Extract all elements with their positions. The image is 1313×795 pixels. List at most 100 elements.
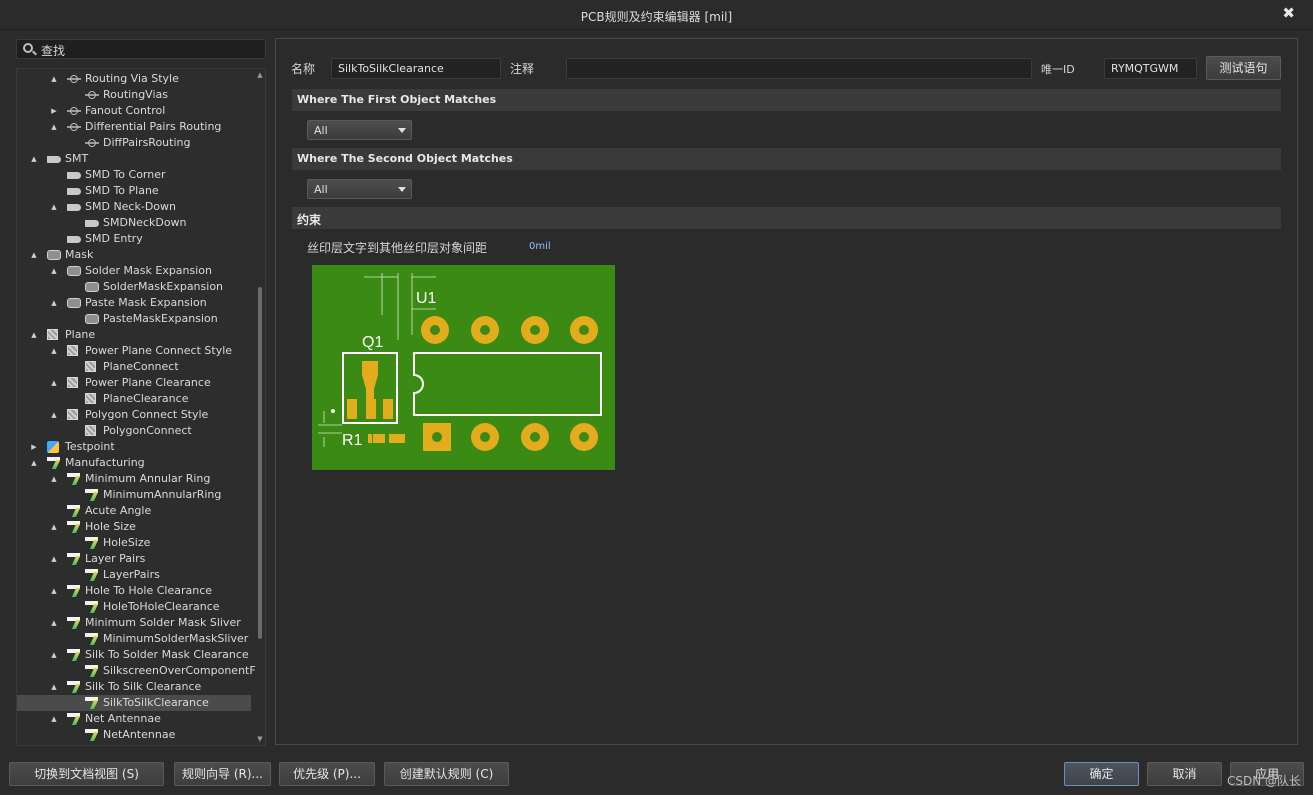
search-input[interactable]: 查找 — [16, 39, 266, 59]
comment-label: 注释 — [510, 62, 535, 76]
cancel-button[interactable]: 取消 — [1147, 762, 1222, 786]
uid-field[interactable]: RYMQTGWM — [1104, 58, 1197, 79]
window-title: PCB规则及约束编辑器 [mil] — [580, 10, 733, 24]
close-icon[interactable]: ✖ — [1282, 4, 1295, 22]
expand-arrow-icon[interactable]: ▶ — [50, 103, 58, 119]
tree-item[interactable]: RoutingVias — [17, 87, 251, 103]
collapse-arrow-icon[interactable]: ▲ — [50, 199, 58, 215]
tree-item[interactable]: ▲ Hole Size — [17, 519, 251, 535]
tree-item-label: SilkscreenOverComponentF — [103, 664, 256, 677]
tree-item-label: DiffPairsRouting — [103, 136, 191, 149]
tree-item[interactable]: ▶ Fanout Control — [17, 103, 251, 119]
tree-item[interactable]: SolderMaskExpansion — [17, 279, 251, 295]
first-match-value: All — [314, 124, 328, 137]
document-view-button[interactable]: 切换到文档视图 (S) — [9, 762, 164, 786]
collapse-arrow-icon[interactable]: ▲ — [30, 151, 38, 167]
tree-item[interactable]: ▲ SMT — [17, 151, 251, 167]
collapse-arrow-icon[interactable]: ▲ — [50, 375, 58, 391]
r1-pad — [368, 434, 372, 443]
tree-item[interactable]: SMDNeckDown — [17, 215, 251, 231]
tree-item[interactable]: ▲ Power Plane Clearance — [17, 375, 251, 391]
tree-item[interactable]: PasteMaskExpansion — [17, 311, 251, 327]
clearance-value-field[interactable]: 0mil — [529, 241, 551, 252]
tree-item[interactable]: ▲ Minimum Annular Ring — [17, 471, 251, 487]
tree-item[interactable]: ▲ Layer Pairs — [17, 551, 251, 567]
tree-item[interactable]: DiffPairsRouting — [17, 135, 251, 151]
collapse-arrow-icon[interactable]: ▲ — [50, 711, 58, 727]
tree-item[interactable]: ▲ SMD Neck-Down — [17, 199, 251, 215]
second-match-dropdown[interactable]: All — [307, 179, 412, 199]
collapse-arrow-icon[interactable]: ▲ — [50, 119, 58, 135]
create-default-rules-button[interactable]: 创建默认规则 (C) — [384, 762, 509, 786]
first-match-dropdown[interactable]: All — [307, 120, 412, 140]
collapse-arrow-icon[interactable]: ▲ — [50, 519, 58, 535]
rules-tree[interactable]: NetAntennae ▲ Net Antennae SilkToSilkCleara… — [16, 68, 266, 746]
collapse-arrow-icon[interactable]: ▲ — [50, 679, 58, 695]
tree-item-label: Solder Mask Expansion — [85, 264, 213, 277]
priority-button[interactable]: 优先级 (P)... — [279, 762, 375, 786]
tree-item[interactable]: SilkToSilkClearance — [17, 695, 251, 711]
collapse-arrow-icon[interactable]: ▲ — [50, 295, 58, 311]
first-match-header: Where The First Object Matches — [292, 89, 1281, 111]
collapse-arrow-icon[interactable]: ▲ — [50, 583, 58, 599]
collapse-arrow-icon[interactable]: ▲ — [50, 263, 58, 279]
manufacturing-icon — [67, 521, 80, 533]
tree-item[interactable]: ▲ Differential Pairs Routing — [17, 119, 251, 135]
scroll-thumb[interactable] — [258, 287, 262, 639]
manufacturing-icon — [67, 681, 80, 693]
tree-scrollbar[interactable]: ▲ ▼ — [256, 71, 264, 743]
tree-item[interactable]: SilkscreenOverComponentF — [17, 663, 256, 679]
tree-item[interactable]: SMD To Plane — [17, 183, 251, 199]
collapse-arrow-icon[interactable]: ▲ — [50, 647, 58, 663]
mask-icon — [67, 298, 81, 308]
tree-item-label: Hole To Hole Clearance — [85, 584, 213, 597]
tree-item[interactable]: LayerPairs — [17, 567, 251, 583]
title-bar: PCB规则及约束编辑器 [mil] ✖ — [0, 0, 1313, 30]
collapse-arrow-icon[interactable]: ▲ — [50, 407, 58, 423]
collapse-arrow-icon[interactable]: ▲ — [50, 551, 58, 567]
comment-field[interactable] — [566, 58, 1032, 79]
tree-item[interactable]: Acute Angle — [17, 503, 251, 519]
tree-item[interactable]: ▶ Testpoint — [17, 439, 251, 455]
tree-item[interactable]: HoleSize — [17, 535, 251, 551]
tree-item[interactable]: ▲ Manufacturing — [17, 455, 251, 471]
tree-item[interactable]: ▲ Power Plane Connect Style — [17, 343, 251, 359]
test-query-button[interactable]: 测试语句 — [1206, 56, 1281, 80]
tree-item[interactable]: ▲ Polygon Connect Style — [17, 407, 251, 423]
name-field[interactable]: SilkToSilkClearance — [331, 58, 501, 79]
collapse-arrow-icon[interactable]: ▲ — [30, 455, 38, 471]
r1-pad — [373, 434, 385, 443]
tree-item[interactable]: ▲ Plane — [17, 327, 251, 343]
tree-item[interactable]: HoleToHoleClearance — [17, 599, 251, 615]
collapse-arrow-icon[interactable]: ▲ — [30, 327, 38, 343]
scroll-down-icon[interactable]: ▼ — [256, 735, 264, 743]
ok-button[interactable]: 确定 — [1064, 762, 1139, 786]
collapse-arrow-icon[interactable]: ▲ — [30, 247, 38, 263]
tree-item[interactable]: ▲ Mask — [17, 247, 251, 263]
scroll-up-icon[interactable]: ▲ — [256, 71, 264, 79]
rule-wizard-button[interactable]: 规则向导 (R)... — [174, 762, 271, 786]
tree-item[interactable]: ▲ Net Antennae — [17, 711, 251, 727]
expand-arrow-icon[interactable]: ▶ — [30, 439, 38, 455]
collapse-arrow-icon[interactable]: ▲ — [50, 343, 58, 359]
tree-item[interactable]: ▲ Routing Via Style — [17, 71, 251, 87]
manufacturing-icon — [85, 569, 98, 581]
tree-item[interactable]: PlaneConnect — [17, 359, 251, 375]
tree-item[interactable]: SMD Entry — [17, 231, 251, 247]
tree-item[interactable]: PlaneClearance — [17, 391, 251, 407]
collapse-arrow-icon[interactable]: ▲ — [50, 615, 58, 631]
collapse-arrow-icon[interactable]: ▲ — [50, 471, 58, 487]
tree-item[interactable]: ▲ Silk To Solder Mask Clearance — [17, 647, 251, 663]
tree-item[interactable]: MinimumAnnularRing — [17, 487, 251, 503]
tree-item[interactable]: MinimumSolderMaskSliver — [17, 631, 251, 647]
tree-item[interactable]: ▲ Minimum Solder Mask Sliver — [17, 615, 251, 631]
tree-item[interactable]: ▲ Solder Mask Expansion — [17, 263, 251, 279]
plane-icon — [67, 345, 78, 356]
collapse-arrow-icon[interactable]: ▲ — [50, 71, 58, 87]
tree-item[interactable]: SMD To Corner — [17, 167, 251, 183]
tree-item[interactable]: ▲ Silk To Silk Clearance — [17, 679, 251, 695]
tree-item[interactable]: NetAntennae — [17, 727, 251, 743]
tree-item[interactable]: PolygonConnect — [17, 423, 251, 439]
tree-item[interactable]: ▲ Hole To Hole Clearance — [17, 583, 251, 599]
tree-item[interactable]: ▲ Paste Mask Expansion — [17, 295, 251, 311]
